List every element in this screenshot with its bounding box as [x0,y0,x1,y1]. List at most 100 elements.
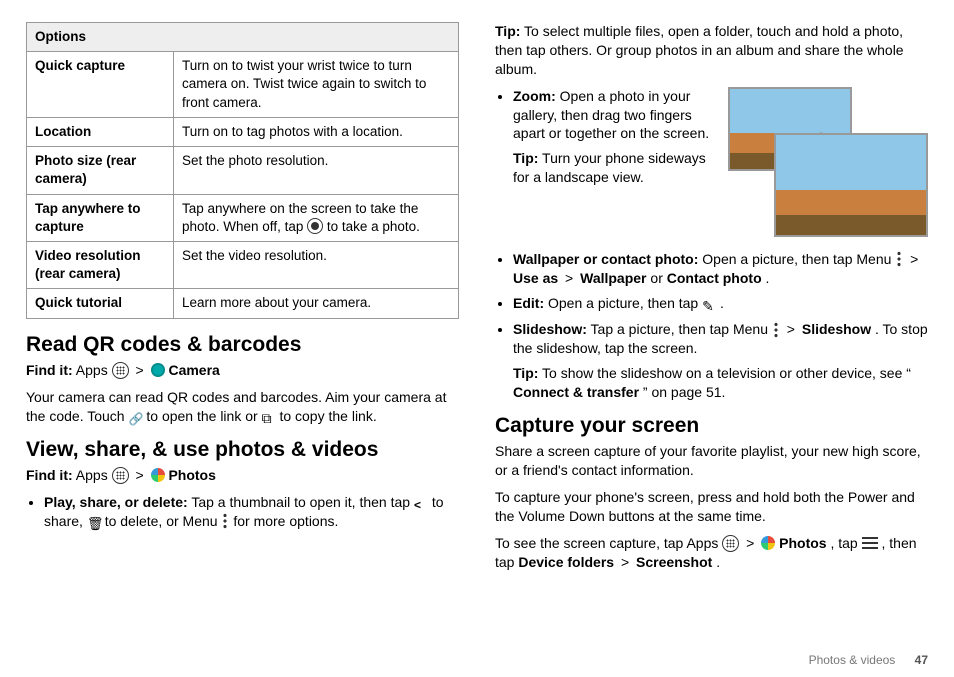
zoom-item: Zoom: Open a photo in your gallery, then… [513,87,928,243]
option-value: Learn more about your camera. [174,289,459,318]
chevron: > [621,554,629,570]
text: . [720,295,724,311]
footer-section: Photos & videos [809,653,896,667]
trash-icon [87,514,101,528]
text: . [716,554,720,570]
text: to delete, or Menu [105,513,222,529]
capture-p3: To see the screen capture, tap Apps > Ph… [495,534,928,572]
qr-findit: Find it: Apps > Camera [26,361,459,380]
table-row: Photo size (rear camera) Set the photo r… [27,147,459,194]
menu-path: Screenshot [636,554,712,570]
menu-path: Slideshow [802,321,871,337]
view-bullets: Play, share, or delete: Tap a thumbnail … [26,493,459,531]
more-menu-icon [223,513,227,529]
camera-app-icon [151,363,165,377]
table-row: Tap anywhere to capture Tap anywhere on … [27,194,459,241]
menu-path: Use as [513,270,558,286]
option-value: Tap anywhere on the screen to take the p… [174,194,459,241]
option-value: Turn on to tag photos with a location. [174,117,459,146]
right-bullets: Zoom: Open a photo in your gallery, then… [495,87,928,402]
link-icon [128,409,142,423]
lead: Play, share, or delete: [44,494,188,510]
text: for more options. [233,513,338,529]
apps-grid-icon [722,535,739,552]
text: Open a picture, then tap Menu [702,251,895,267]
text: or [650,270,666,286]
qr-body: Your camera can read QR codes and barcod… [26,388,459,426]
table-row: Location Turn on to tag photos with a lo… [27,117,459,146]
text: Tap a thumbnail to open it, then tap [191,494,414,510]
cross-ref-link[interactable]: Connect & transfer [513,384,639,400]
capture-heading: Capture your screen [495,412,928,440]
chevron: > [787,321,795,337]
share-icon [414,495,428,509]
slideshow-item: Slideshow: Tap a picture, then tap Menu … [513,320,928,402]
lead: Edit: [513,295,544,311]
tip-label: Tip: [513,365,538,381]
text: to copy the link. [279,408,376,424]
list-item: Play, share, or delete: Tap a thumbnail … [44,493,459,531]
view-heading: View, share, & use photos & videos [26,436,459,464]
table-row: Quick capture Turn on to twist your wris… [27,52,459,118]
findit-label: Find it: [26,362,73,378]
menu-path: Contact photo [667,270,762,286]
page-number: 47 [915,653,928,667]
text: Open a picture, then tap [548,295,702,311]
option-key: Photo size (rear camera) [27,147,174,194]
chevron: > [910,251,918,267]
photo-thumb-large [774,133,928,237]
text: , tap [830,535,861,551]
text: Apps [76,467,108,483]
tip-label: Tip: [513,150,538,166]
zoom-illustration [728,87,928,237]
apps-grid-icon [112,467,129,484]
lead: Wallpaper or contact photo: [513,251,698,267]
app-name: Photos [168,467,215,483]
findit-label: Find it: [26,467,73,483]
page-footer: Photos & videos 47 [809,653,928,667]
apps-grid-icon [112,362,129,379]
chevron: > [135,467,143,483]
text: to take a photo. [327,219,420,234]
text: To select multiple files, open a folder,… [495,23,904,77]
copy-icon [262,409,276,423]
option-value: Turn on to twist your wrist twice to tur… [174,52,459,118]
view-findit: Find it: Apps > Photos [26,466,459,485]
text: To show the slideshow on a television or… [542,365,911,381]
menu-path: Device folders [518,554,614,570]
slideshow-tip: Tip: To show the slideshow on a televisi… [513,364,928,402]
photos-app-icon [151,468,165,482]
option-key: Location [27,117,174,146]
more-menu-icon [897,251,901,267]
hamburger-menu-icon [862,537,878,549]
capture-p2: To capture your phone's screen, press an… [495,488,928,526]
text: to open the link or [146,408,261,424]
lead: Slideshow: [513,321,587,337]
option-key: Quick tutorial [27,289,174,318]
text: Tap a picture, then tap Menu [591,321,772,337]
option-value: Set the video resolution. [174,241,459,288]
wallpaper-item: Wallpaper or contact photo: Open a pictu… [513,250,928,288]
edit-item: Edit: Open a picture, then tap . [513,294,928,313]
left-column: Options Quick capture Turn on to twist y… [26,22,459,580]
right-column: Tip: To select multiple files, open a fo… [495,22,928,580]
lead: Zoom: [513,88,556,104]
menu-path: Wallpaper [580,270,646,286]
chevron: > [565,270,573,286]
text: Apps [76,362,108,378]
text: To see the screen capture, tap Apps [495,535,722,551]
table-row: Video resolution (rear camera) Set the v… [27,241,459,288]
option-key: Quick capture [27,52,174,118]
qr-heading: Read QR codes & barcodes [26,331,459,359]
chevron: > [135,362,143,378]
app-name: Photos [779,535,826,551]
option-key: Tap anywhere to capture [27,194,174,241]
tip-label: Tip: [495,23,520,39]
photos-app-icon [761,536,775,550]
options-table: Options Quick capture Turn on to twist y… [26,22,459,319]
shutter-icon [307,218,323,234]
edit-pencil-icon [702,297,716,311]
more-menu-icon [774,322,778,338]
text: ” on page 51. [643,384,726,400]
tip-multiselect: Tip: To select multiple files, open a fo… [495,22,928,79]
